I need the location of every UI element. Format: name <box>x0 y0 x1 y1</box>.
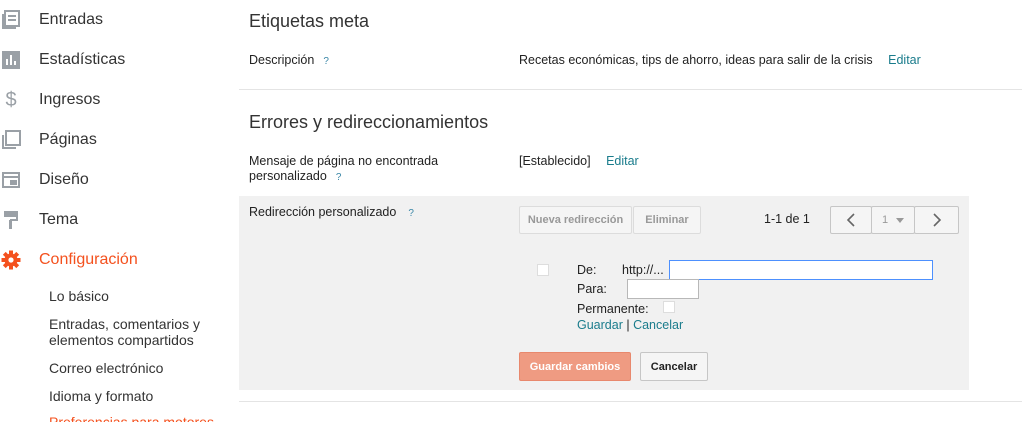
description-label: Descripción? <box>249 53 329 69</box>
divider <box>239 401 1022 402</box>
cancel-link[interactable]: Cancelar <box>633 318 683 332</box>
edit-description-link[interactable]: Editar <box>888 53 921 67</box>
chevron-left-icon <box>846 213 855 227</box>
sidebar-item-label: Páginas <box>39 131 97 148</box>
notfound-value: [Establecido] Editar <box>519 154 639 168</box>
main-content: Etiquetas meta Descripción? Recetas econ… <box>239 0 1022 422</box>
new-redirect-button[interactable]: Nueva redirección <box>519 206 632 234</box>
pager-text: 1-1 de 1 <box>764 212 810 226</box>
chevron-right-icon <box>932 213 941 227</box>
subnav-entradas-comentarios-line2[interactable]: elementos compartidos <box>49 332 194 348</box>
save-changes-button[interactable]: Guardar cambios <box>519 352 631 381</box>
edit-notfound-link[interactable]: Editar <box>606 154 639 168</box>
sidebar-item-tema[interactable]: Tema <box>0 208 78 232</box>
section-title-meta: Etiquetas meta <box>249 11 370 31</box>
redirect-row-checkbox[interactable] <box>537 264 549 276</box>
subnav-entradas-comentarios[interactable]: Entradas, comentarios y <box>49 316 200 332</box>
from-prefix: http://... <box>622 263 664 277</box>
page-select[interactable]: 1 <box>871 206 915 234</box>
help-icon[interactable]: ? <box>336 172 342 183</box>
sidebar-item-ingresos[interactable]: $ Ingresos <box>0 88 100 112</box>
from-url-input[interactable] <box>669 260 933 280</box>
divider <box>239 89 1022 90</box>
help-icon[interactable]: ? <box>323 56 329 67</box>
redirect-label-text: Redirección personalizado <box>249 205 397 219</box>
page-select-value: 1 <box>881 214 889 226</box>
help-icon[interactable]: ? <box>408 208 414 219</box>
layout-icon <box>0 169 22 191</box>
sidebar-item-label: Ingresos <box>39 91 101 108</box>
prev-page-button[interactable] <box>830 206 872 234</box>
from-label: De: <box>577 263 597 277</box>
description-value: Recetas económicas, tips de ahorro, idea… <box>519 53 921 67</box>
redirect-label: Redirección personalizado? <box>249 205 414 221</box>
subnav-idioma[interactable]: Idioma y formato <box>49 388 153 404</box>
notfound-label-line2: personalizado <box>249 169 327 183</box>
sidebar-item-label: Tema <box>39 211 79 228</box>
chevron-down-icon <box>896 217 905 223</box>
sidebar: Entradas Estadísticas $ Ingresos Páginas… <box>0 0 230 422</box>
notfound-label: Mensaje de página no encontrada personal… <box>249 154 438 185</box>
sidebar-item-label: Entradas <box>39 11 104 28</box>
sidebar-item-diseno[interactable]: Diseño <box>0 168 89 192</box>
notfound-label-line1: Mensaje de página no encontrada <box>249 154 439 168</box>
pages-icon <box>0 129 22 151</box>
sidebar-item-label: Estadísticas <box>39 51 126 68</box>
row-actions: Guardar | Cancelar <box>577 318 683 332</box>
action-separator: | <box>626 318 630 332</box>
paint-roller-icon <box>0 209 22 231</box>
to-url-input[interactable] <box>627 279 699 299</box>
next-page-button[interactable] <box>914 206 959 234</box>
sidebar-item-label: Diseño <box>39 171 89 188</box>
sidebar-item-configuracion[interactable]: Configuración <box>0 248 138 272</box>
sidebar-item-paginas[interactable]: Páginas <box>0 128 97 152</box>
sidebar-item-label: Configuración <box>39 251 138 268</box>
cancel-button[interactable]: Cancelar <box>640 352 708 381</box>
stats-icon <box>0 49 22 71</box>
subnav-correo[interactable]: Correo electrónico <box>49 360 163 376</box>
sidebar-item-estadisticas[interactable]: Estadísticas <box>0 48 125 72</box>
description-label-text: Descripción <box>249 53 315 67</box>
save-link[interactable]: Guardar <box>577 318 623 332</box>
gear-icon <box>0 249 22 271</box>
description-text: Recetas económicas, tips de ahorro, idea… <box>519 53 873 67</box>
section-title-errors: Errores y redireccionamientos <box>249 112 489 132</box>
posts-icon <box>0 9 22 31</box>
notfound-status: [Establecido] <box>519 154 591 168</box>
sidebar-item-entradas[interactable]: Entradas <box>0 8 103 32</box>
dollar-icon: $ <box>5 88 17 111</box>
delete-button[interactable]: Eliminar <box>633 206 701 234</box>
subnav-preferencias-motores[interactable]: Preferencias para motores <box>49 414 214 422</box>
to-label: Para: <box>577 282 607 296</box>
subnav-lo-basico[interactable]: Lo básico <box>49 288 109 304</box>
permanent-label: Permanente: <box>577 302 649 316</box>
permanent-checkbox[interactable] <box>663 301 675 313</box>
